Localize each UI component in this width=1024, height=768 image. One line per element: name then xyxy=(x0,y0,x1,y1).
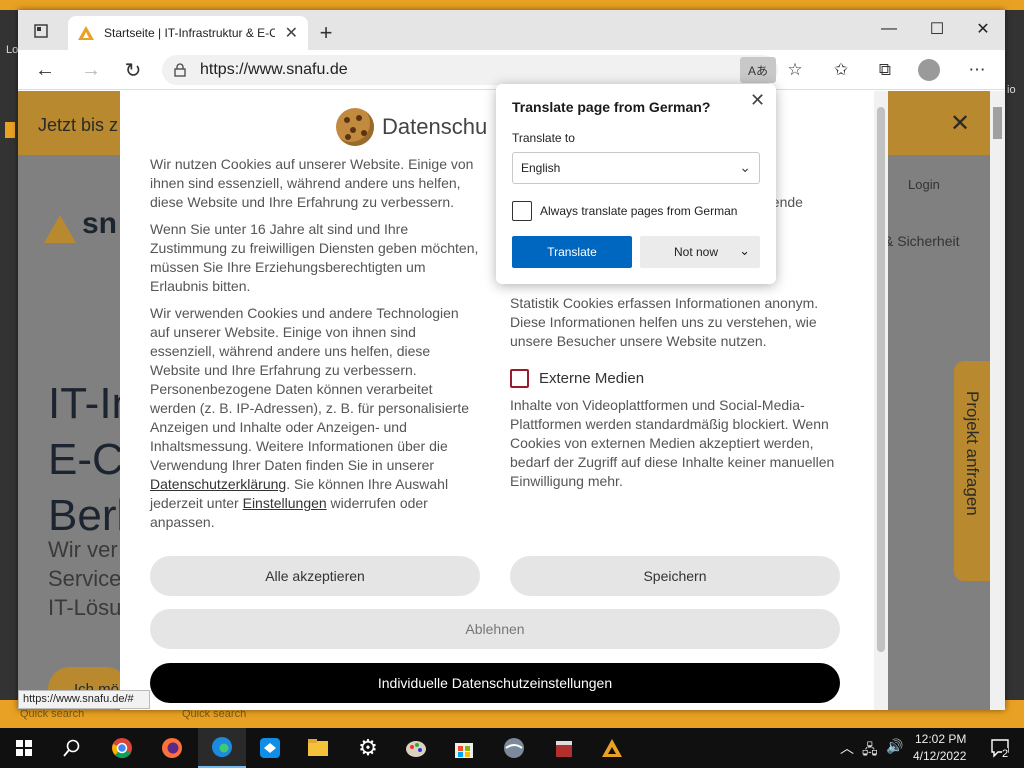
page-scrollbar-thumb[interactable] xyxy=(993,107,1002,139)
store-icon[interactable] xyxy=(440,728,488,768)
always-translate-checkbox[interactable] xyxy=(512,201,532,221)
tray-chevron-icon[interactable]: ︿ xyxy=(840,738,854,758)
network-icon[interactable]: 🖧 xyxy=(862,739,878,763)
banner-close-icon[interactable]: ✕ xyxy=(950,109,970,138)
externe-medien-description: Inhalte von Videoplattformen und Social-… xyxy=(510,397,835,489)
translate-close-icon[interactable]: ✕ xyxy=(750,90,765,111)
hero-sub-1: Wir ver xyxy=(48,537,118,562)
banner-text: Jetzt bis z xyxy=(38,115,119,135)
hero-sub-2: Service xyxy=(48,566,122,591)
firefox-icon[interactable] xyxy=(148,728,196,768)
tab-actions-icon[interactable] xyxy=(28,18,54,44)
settings-link[interactable]: Einstellungen xyxy=(243,495,327,511)
reject-button[interactable]: Ablehnen xyxy=(150,609,840,649)
externe-medien-label[interactable]: Externe Medien xyxy=(539,369,644,388)
title-bar: Startseite | IT-Infrastruktur & E-Commer… xyxy=(18,10,1005,50)
consent-p3-text-a: Wir verwenden Cookies und andere Technol… xyxy=(150,305,470,473)
collections-icon[interactable]: ⧉ xyxy=(870,56,900,84)
desktop-left-strip: Lo xyxy=(0,10,18,710)
snafu-app-icon[interactable] xyxy=(588,728,636,768)
more-menu-icon[interactable]: ⋯ xyxy=(962,56,992,84)
add-favorite-icon[interactable]: ☆ xyxy=(780,56,810,84)
not-now-chevron-icon[interactable]: ⌄ xyxy=(739,243,750,259)
statistik-description: Statistik Cookies erfassen Informationen… xyxy=(510,295,819,349)
search-icon[interactable] xyxy=(48,728,96,768)
projekt-anfragen-button[interactable]: Projekt anfragen xyxy=(954,361,990,581)
language-select-value: English xyxy=(521,161,561,175)
paint-icon[interactable] xyxy=(392,728,440,768)
modal-scrollbar-thumb[interactable] xyxy=(877,107,885,652)
language-select[interactable]: English ⌄ xyxy=(512,152,760,184)
maximize-icon[interactable]: ☐ xyxy=(914,14,960,44)
desktop-right-label: io xyxy=(1007,84,1016,96)
cookie-icon xyxy=(336,108,374,146)
teamviewer-icon[interactable] xyxy=(246,728,294,768)
url-text: https://www.snafu.de xyxy=(200,61,348,78)
desktop-top-strip xyxy=(0,0,1024,10)
desktop-left-label: Lo xyxy=(6,44,19,56)
translate-button[interactable]: Translate xyxy=(512,236,632,268)
privacy-policy-link[interactable]: Datenschutzerklärung xyxy=(150,476,286,492)
volume-icon[interactable]: 🔊 xyxy=(886,738,903,755)
lock-icon[interactable] xyxy=(174,63,186,77)
individual-settings-button[interactable]: Individuelle Datenschutzeinstellungen xyxy=(150,663,840,703)
externe-medien-row[interactable]: Externe Medien xyxy=(510,369,840,388)
hero-sub-3: IT-Lösu xyxy=(48,595,122,620)
settings-gear-icon[interactable]: ⚙ xyxy=(344,728,392,768)
forward-icon[interactable]: → xyxy=(76,56,106,84)
not-now-button[interactable]: Not now ⌄ xyxy=(640,236,760,268)
taskbar: ⚙ ︿ 🖧 🔊 12:02 PM 4/12/2022 2 xyxy=(0,728,1024,768)
consent-paragraph-1: Wir nutzen Cookies auf unserer Website. … xyxy=(150,156,474,210)
file-explorer-icon[interactable] xyxy=(294,728,342,768)
site-logo-text: sn xyxy=(82,207,118,240)
translate-popup: Translate page from German? ✕ Translate … xyxy=(496,84,776,284)
modal-title: Datenschu xyxy=(382,114,488,139)
page-scrollbar[interactable] xyxy=(990,91,1005,710)
start-windows-icon[interactable] xyxy=(0,728,48,768)
translate-icon[interactable]: Aあ xyxy=(740,57,776,83)
consent-text: Wir nutzen Cookies auf unserer Website. … xyxy=(150,155,480,540)
favorites-icon[interactable]: ✩ xyxy=(826,56,856,84)
new-tab-icon[interactable]: + xyxy=(314,22,338,46)
minimize-icon[interactable]: — xyxy=(866,14,912,44)
chrome-icon[interactable] xyxy=(98,728,146,768)
consent-paragraph-2: Wenn Sie unter 16 Jahre alt sind und Ihr… xyxy=(150,221,479,294)
chevron-down-icon: ⌄ xyxy=(739,159,751,175)
translate-heading: Translate page from German? xyxy=(512,99,711,115)
app-package-icon[interactable] xyxy=(540,728,588,768)
accept-all-button[interactable]: Alle akzeptieren xyxy=(150,556,480,596)
save-button[interactable]: Speichern xyxy=(510,556,840,596)
externe-medien-checkbox[interactable] xyxy=(510,369,529,388)
nav-security[interactable]: & Sicherheit xyxy=(884,233,959,249)
translate-to-label: Translate to xyxy=(512,131,575,145)
hero-subtitle: Wir ver Service IT-Lösu xyxy=(48,535,121,622)
modal-scrollbar[interactable] xyxy=(874,91,888,710)
desktop-left-marker xyxy=(5,122,15,138)
notification-count: 2 xyxy=(1002,748,1009,760)
edge-icon[interactable] xyxy=(198,728,246,768)
not-now-label: Not now xyxy=(674,245,719,259)
notifications-icon[interactable]: 2 xyxy=(976,728,1024,768)
close-window-icon[interactable]: ✕ xyxy=(960,14,1005,44)
tab-close-icon[interactable]: ✕ xyxy=(285,23,298,43)
browser-window: Startseite | IT-Infrastruktur & E-Commer… xyxy=(18,10,1005,710)
desktop-right-strip: io xyxy=(1005,10,1024,710)
consent-categories: Statistik Cookies erfassen Informationen… xyxy=(510,294,840,491)
tab-active[interactable]: Startseite | IT-Infrastruktur & E-Commer… xyxy=(68,16,308,50)
site-favicon-icon xyxy=(78,26,94,40)
clock-date[interactable]: 4/12/2022 xyxy=(913,749,966,763)
url-field[interactable]: https://www.snafu.de xyxy=(162,55,778,85)
always-translate-label[interactable]: Always translate pages from German xyxy=(540,204,737,218)
profile-avatar[interactable] xyxy=(918,59,940,81)
consent-paragraph-3: Wir verwenden Cookies und andere Technol… xyxy=(150,304,480,532)
clock-time[interactable]: 12:02 PM xyxy=(915,732,966,746)
login-link[interactable]: Login xyxy=(908,177,940,192)
projekt-anfragen-label: Projekt anfragen xyxy=(963,391,982,516)
refresh-icon[interactable]: ↻ xyxy=(118,56,148,84)
app-sphere-icon[interactable] xyxy=(490,728,538,768)
status-bar-url: https://www.snafu.de/# xyxy=(18,690,150,709)
tab-title: Startseite | IT-Infrastruktur & E-Commer… xyxy=(104,26,275,40)
back-icon[interactable]: ← xyxy=(30,56,60,84)
site-logo-icon xyxy=(44,215,76,243)
